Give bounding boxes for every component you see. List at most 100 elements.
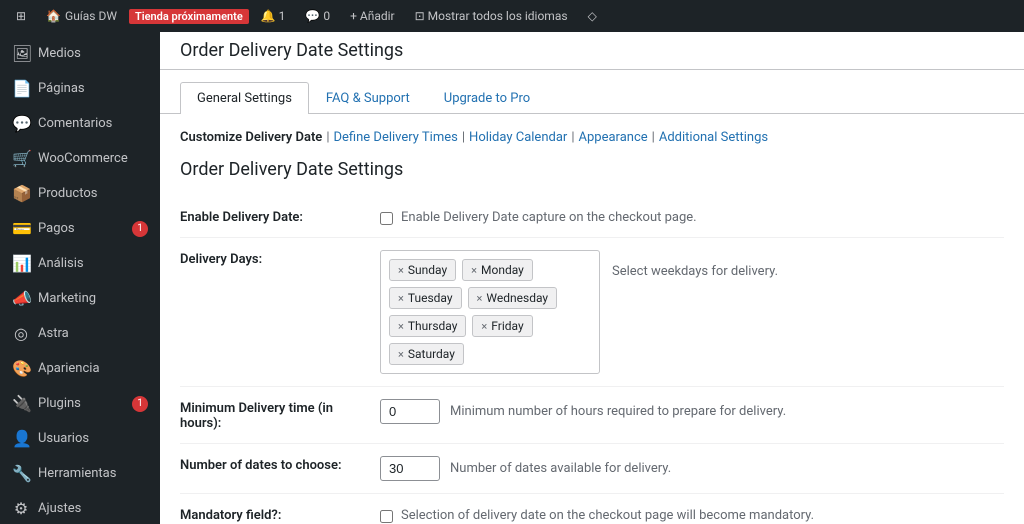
remove-tuesday-icon[interactable]: × (398, 292, 404, 305)
checkbox-mandatory-field[interactable] (380, 510, 393, 523)
content-area: Order Delivery Date Settings General Set… (160, 32, 1024, 524)
sidebar-item-woocommerce[interactable]: 🛒 WooCommerce (0, 141, 160, 176)
label-mandatory-field: Mandatory field?: (180, 494, 380, 524)
sidebar-item-herramientas[interactable]: 🔧 Herramientas (0, 456, 160, 491)
sidebar-item-pagos[interactable]: 💳 Pagos 1 (0, 211, 160, 246)
home-icon: 🏠 (46, 9, 61, 23)
tab-general-settings[interactable]: General Settings (180, 82, 309, 114)
sidebar-label-productos: Productos (38, 186, 97, 201)
row-min-delivery-time: Minimum Delivery time (in hours): Minimu… (180, 387, 1004, 444)
day-tag-thursday[interactable]: × Thursday (389, 315, 466, 337)
day-label-thursday: Thursday (408, 319, 458, 333)
day-label-tuesday: Tuesday (408, 291, 453, 305)
sidebar-item-marketing[interactable]: 📣 Marketing (0, 281, 160, 316)
show-languages-button[interactable]: ⊡ Mostrar todos los idiomas (407, 0, 576, 32)
sidebar-label-plugins: Plugins (38, 396, 81, 411)
input-min-delivery-time[interactable] (380, 399, 440, 424)
pagos-icon: 💳 (12, 219, 30, 238)
tienda-badge[interactable]: Tienda próximamente (129, 9, 249, 24)
sidebar-item-plugins[interactable]: 🔌 Plugins 1 (0, 386, 160, 421)
remove-sunday-icon[interactable]: × (398, 264, 404, 277)
wp-logo-button[interactable]: ⊞ (8, 0, 34, 32)
day-tag-wednesday[interactable]: × Wednesday (468, 287, 558, 309)
remove-saturday-icon[interactable]: × (398, 348, 404, 361)
herramientas-icon: 🔧 (12, 464, 30, 483)
sidebar-label-paginas: Páginas (38, 81, 85, 96)
field-enable-delivery-date: Enable Delivery Date capture on the chec… (380, 196, 1004, 238)
comentarios-icon: 💬 (12, 114, 30, 133)
sidebar-label-marketing: Marketing (38, 291, 96, 306)
sidebar-item-medios[interactable]: 🖼 Medios (0, 36, 160, 71)
add-new-button[interactable]: + Añadir (342, 0, 403, 32)
paginas-icon: 📄 (12, 79, 30, 98)
sidebar-label-herramientas: Herramientas (38, 466, 116, 481)
day-label-wednesday: Wednesday (486, 291, 548, 305)
sidebar-item-astra[interactable]: ◎ Astra (0, 316, 160, 351)
day-tag-sunday[interactable]: × Sunday (389, 259, 456, 281)
marketing-icon: 📣 (12, 289, 30, 308)
settings-table: Enable Delivery Date: Enable Delivery Da… (180, 196, 1004, 524)
checkbox-enable-delivery-date[interactable] (380, 212, 393, 225)
checkbox-label-enable-delivery-date: Enable Delivery Date capture on the chec… (401, 210, 697, 225)
day-label-sunday: Sunday (408, 263, 447, 277)
analisis-icon: 📊 (12, 254, 30, 273)
pagos-badge: 1 (132, 221, 148, 237)
desc-number-of-dates: Number of dates available for delivery. (450, 461, 671, 476)
sidebar-label-apariencia: Apariencia (38, 361, 100, 376)
breadcrumb-appearance[interactable]: Appearance (579, 130, 648, 145)
remove-friday-icon[interactable]: × (481, 320, 487, 333)
main-wrap: 🖼 Medios 📄 Páginas 💬 Comentarios 🛒 WooCo… (0, 32, 1024, 524)
field-delivery-days: × Sunday × Monday × Tues (380, 238, 1004, 387)
remove-monday-icon[interactable]: × (471, 264, 477, 277)
tab-upgrade-to-pro[interactable]: Upgrade to Pro (427, 82, 547, 114)
day-tag-friday[interactable]: × Friday (472, 315, 532, 337)
label-delivery-days: Delivery Days: (180, 238, 380, 387)
sidebar-label-ajustes: Ajustes (38, 501, 81, 516)
day-tag-monday[interactable]: × Monday (462, 259, 533, 281)
checkbox-label-mandatory-field: Selection of delivery date on the checko… (401, 508, 814, 523)
sidebar-item-apariencia[interactable]: 🎨 Apariencia (0, 351, 160, 386)
sidebar-label-analisis: Análisis (38, 256, 84, 271)
breadcrumb-holiday-calendar[interactable]: Holiday Calendar (469, 130, 567, 145)
day-tag-tuesday[interactable]: × Tuesday (389, 287, 462, 309)
delivery-days-box: × Sunday × Monday × Tues (380, 250, 600, 374)
field-number-of-dates: Number of dates available for delivery. (380, 444, 1004, 494)
label-number-of-dates: Number of dates to choose: (180, 444, 380, 494)
sidebar-item-ajustes[interactable]: ⚙ Ajustes (0, 491, 160, 524)
sidebar-item-productos[interactable]: 📦 Productos (0, 176, 160, 211)
day-label-monday: Monday (481, 263, 524, 277)
sidebar-item-usuarios[interactable]: 👤 Usuarios (0, 421, 160, 456)
row-delivery-days: Delivery Days: × Sunday × (180, 238, 1004, 387)
sidebar-label-woocommerce: WooCommerce (38, 151, 128, 166)
breadcrumb-define-delivery-times[interactable]: Define Delivery Times (334, 130, 458, 145)
astra-icon: ◎ (12, 324, 30, 343)
messages-button[interactable]: 💬 0 (297, 0, 338, 32)
day-label-friday: Friday (491, 319, 523, 333)
row-enable-delivery-date: Enable Delivery Date: Enable Delivery Da… (180, 196, 1004, 238)
sidebar-label-pagos: Pagos (38, 221, 75, 236)
remove-thursday-icon[interactable]: × (398, 320, 404, 333)
day-tag-saturday[interactable]: × Saturday (389, 343, 464, 365)
breadcrumb-sep-4: | (652, 130, 655, 145)
breadcrumb-additional-settings[interactable]: Additional Settings (659, 130, 768, 145)
tabs-bar: General Settings FAQ & Support Upgrade t… (160, 70, 1024, 114)
breadcrumb-sep-3: | (571, 130, 574, 145)
diamond-button[interactable]: ◇ (580, 0, 605, 32)
breadcrumb-current: Customize Delivery Date (180, 130, 322, 145)
row-mandatory-field: Mandatory field?: Selection of delivery … (180, 494, 1004, 524)
comments-button[interactable]: 🔔 1 (253, 0, 294, 32)
input-number-of-dates[interactable] (380, 456, 440, 481)
sidebar-item-comentarios[interactable]: 💬 Comentarios (0, 106, 160, 141)
sidebar-item-analisis[interactable]: 📊 Análisis (0, 246, 160, 281)
sidebar-label-usuarios: Usuarios (38, 431, 89, 446)
desc-min-delivery-time: Minimum number of hours required to prep… (450, 404, 786, 419)
plugins-icon: 🔌 (12, 394, 30, 413)
remove-wednesday-icon[interactable]: × (477, 292, 483, 305)
sidebar-item-paginas[interactable]: 📄 Páginas (0, 71, 160, 106)
delivery-days-hint: Select weekdays for delivery. (612, 250, 778, 279)
breadcrumb: Customize Delivery Date | Define Deliver… (180, 130, 1004, 145)
field-min-delivery-time: Minimum number of hours required to prep… (380, 387, 1004, 444)
tab-faq-support[interactable]: FAQ & Support (309, 82, 427, 114)
row-number-of-dates: Number of dates to choose: Number of dat… (180, 444, 1004, 494)
site-name-button[interactable]: 🏠 Guías DW (38, 0, 125, 32)
